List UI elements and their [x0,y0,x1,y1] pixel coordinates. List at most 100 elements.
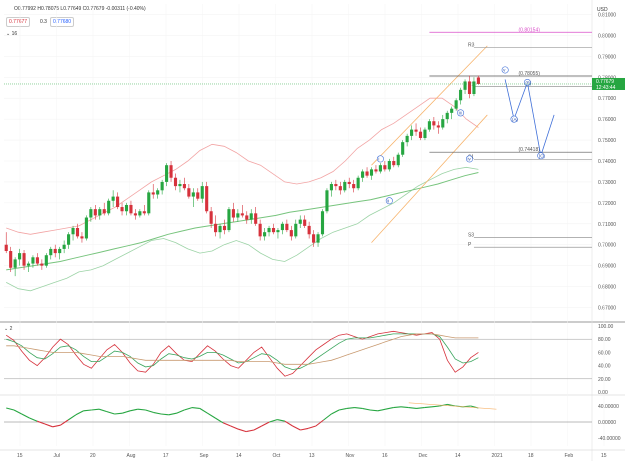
mom-segment [60,419,69,426]
candle-body [312,234,316,243]
x-tick-label: Jul [54,453,60,459]
price-chart[interactable]: 0.810000.800000.790000.780000.770000.760… [0,0,625,461]
candle-body [383,165,387,170]
candle-body [378,165,382,172]
candle-body [209,211,213,224]
mom-segment [431,405,440,408]
mom-segment [122,410,131,414]
wave-label: iii [459,111,462,116]
mom-segment [400,406,409,409]
candle-body [165,165,169,182]
mom-segment [153,411,162,415]
candle-body [214,223,218,233]
candle-body [178,184,182,187]
stoch-y-tick-label: 40.00 [598,364,611,370]
candle-body [401,142,405,155]
candle-body [285,223,289,231]
candle-body [267,227,271,233]
x-tick-label: Dec [419,453,428,459]
candle-body [89,209,93,218]
candle-body [459,89,463,101]
candle-body [169,165,173,178]
candle-body [44,255,48,266]
mom-y-tick-label: 0.00000 [598,420,616,426]
mom-segment [83,409,92,412]
candle-body [445,112,449,120]
candle-body [463,81,467,90]
mom-segment [21,413,30,419]
candle-body [476,77,480,84]
candle-body [441,119,445,128]
candle-body [102,209,106,214]
candle-body [249,213,253,220]
mom-segment [184,407,193,411]
mom-segment [385,407,394,410]
candle-body [142,211,146,214]
wave-label: i [378,157,379,162]
x-tick-label: 14 [455,453,461,459]
candle-body [392,161,396,166]
stoch-y-tick-label: 80.00 [598,337,611,343]
mom-segment [300,427,309,431]
y-tick-label: 0.70000 [598,243,616,249]
level-label: R3 [468,43,475,49]
y-tick-label: 0.73000 [598,180,616,186]
mom-segment [191,407,200,409]
x-tick-label: 20 [90,453,96,459]
mom-segment [6,407,15,411]
candle-body [329,184,333,191]
stoch-y-tick-label: 100.00 [598,324,614,330]
candle-body [205,186,209,212]
x-tick-label: 13 [309,453,315,459]
candle-body [147,192,151,214]
mom-segment [253,425,262,431]
candle-body [156,190,160,195]
x-tick-label: Aug [127,453,136,459]
y-tick-label: 0.67000 [598,306,616,312]
candle-body [356,177,360,189]
x-tick-label: 15 [601,453,607,459]
candle-body [67,234,71,245]
candle-body [258,223,262,237]
mom-segment [369,409,378,412]
mom-segment [137,408,146,411]
mom-segment [230,425,239,430]
candle-body [338,186,342,191]
mom-segment [114,412,123,415]
candle-body [303,219,307,226]
mom-segment [199,407,208,414]
mom-segment [416,407,425,409]
candle-body [387,161,391,170]
candle-body [138,211,142,216]
candle-body [334,184,338,187]
x-tick-label: Oct [273,453,281,459]
mom-segment [346,407,355,409]
wave-label: (C) [539,154,546,159]
mom-segment [424,406,433,409]
candle-body [111,196,115,201]
y-tick-label: 0.79000 [598,54,616,60]
mom-segment [129,408,138,412]
candle-body [93,209,97,216]
candle-body [133,213,137,216]
x-tick-label: Feb [565,453,574,459]
mom-segment [393,406,402,409]
y-tick-label: 0.71000 [598,222,616,228]
candle-body [298,219,302,224]
channel-lower-line [371,114,488,243]
candle-body [35,257,39,264]
candle-body [75,227,80,237]
x-tick-label: 17 [163,453,169,459]
mom-segment [354,407,363,409]
x-tick-label: 16 [382,453,388,459]
candle-body [222,225,227,231]
mom-segment [323,413,332,421]
mom-segment [29,417,38,422]
candle-body [432,121,436,126]
mom-segment [160,413,169,416]
candle-body [423,129,427,138]
candle-body [116,196,120,208]
stoch-y-tick-label: 0.00 [598,390,608,396]
channel-upper-line [371,45,488,166]
moving-average-line [6,172,479,271]
